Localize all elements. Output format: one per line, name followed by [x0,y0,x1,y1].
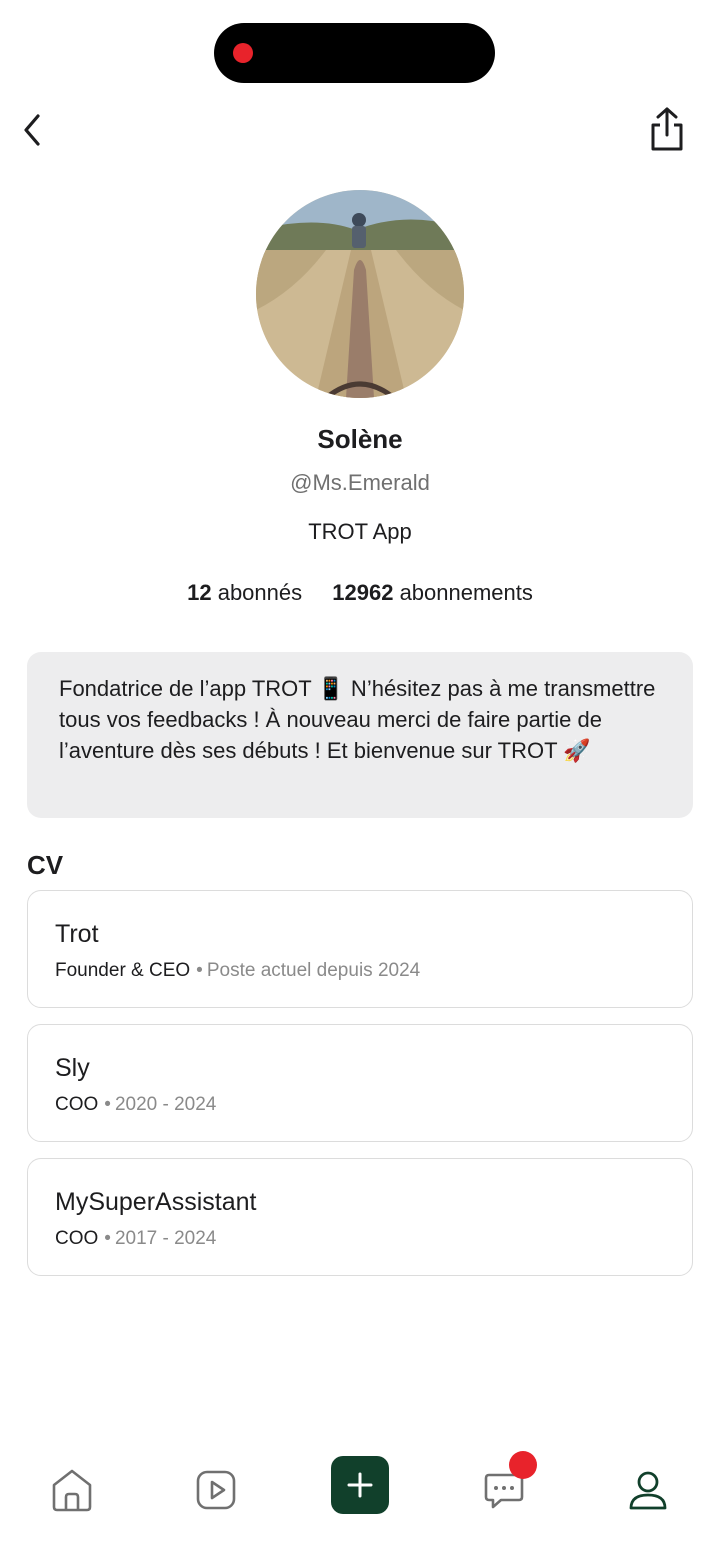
avatar[interactable] [256,190,464,398]
notification-badge [509,1451,537,1479]
bio: Fondatrice de l’app TROT 📱 N’hésitez pas… [27,652,693,818]
cv-meta: COO • 2017 - 2024 [55,1228,216,1250]
followers-label: abonnés [217,580,303,605]
cv-separator: • [104,1094,111,1115]
cv-period: Poste actuel depuis 2024 [206,960,421,981]
profile-stats: 12 abonnés 12962 abonnements [0,580,720,606]
profile-name: Solène [317,424,403,454]
video-icon [196,1470,236,1510]
cv-entry[interactable]: MySuperAssistant COO • 2017 - 2024 [27,1158,693,1276]
tab-bar [0,1450,720,1530]
followers-stat[interactable]: 12 abonnés [187,580,302,606]
cv-period: 2017 - 2024 [114,1228,217,1249]
cv-separator: • [196,960,203,981]
cv-company: Sly [55,1054,90,1082]
following-label: abonnements [399,580,533,605]
dynamic-island [214,23,495,83]
cv-company: MySuperAssistant [55,1188,257,1216]
home-icon [52,1469,92,1512]
cv-role: COO [55,1094,99,1115]
cv-entry[interactable]: Trot Founder & CEO • Poste actuel depuis 2… [27,890,693,1008]
cv-meta: Founder & CEO • Poste actuel depuis 2024 [55,960,420,982]
profile-icon [629,1471,667,1510]
add-button[interactable] [331,1456,389,1514]
following-stat[interactable]: 12962 abonnements [332,580,533,606]
tab-profile[interactable] [618,1455,678,1525]
cv-role: COO [55,1228,99,1249]
cv-company: Trot [55,920,99,948]
tab-home[interactable] [42,1455,102,1525]
cv-separator: • [104,1228,111,1249]
profile-company: TROT App [308,519,412,544]
cv-meta: COO • 2020 - 2024 [55,1094,216,1116]
cv-period: 2020 - 2024 [114,1094,217,1115]
chevron-left-icon [24,114,40,146]
cv-title: CV [27,850,64,880]
avatar-photo [256,190,464,398]
tab-videos[interactable] [186,1455,246,1525]
add-icon [347,1472,373,1498]
recording-indicator [233,43,253,63]
following-count: 12962 [332,580,394,605]
cv-role: Founder & CEO [55,960,191,981]
profile-handle: @Ms.Emerald [290,470,430,495]
top-bar [0,100,720,160]
back-button[interactable] [10,104,56,156]
share-icon [651,107,683,151]
share-button[interactable] [644,102,690,156]
followers-count: 12 [187,580,212,605]
cv-entry[interactable]: Sly COO • 2020 - 2024 [27,1024,693,1142]
